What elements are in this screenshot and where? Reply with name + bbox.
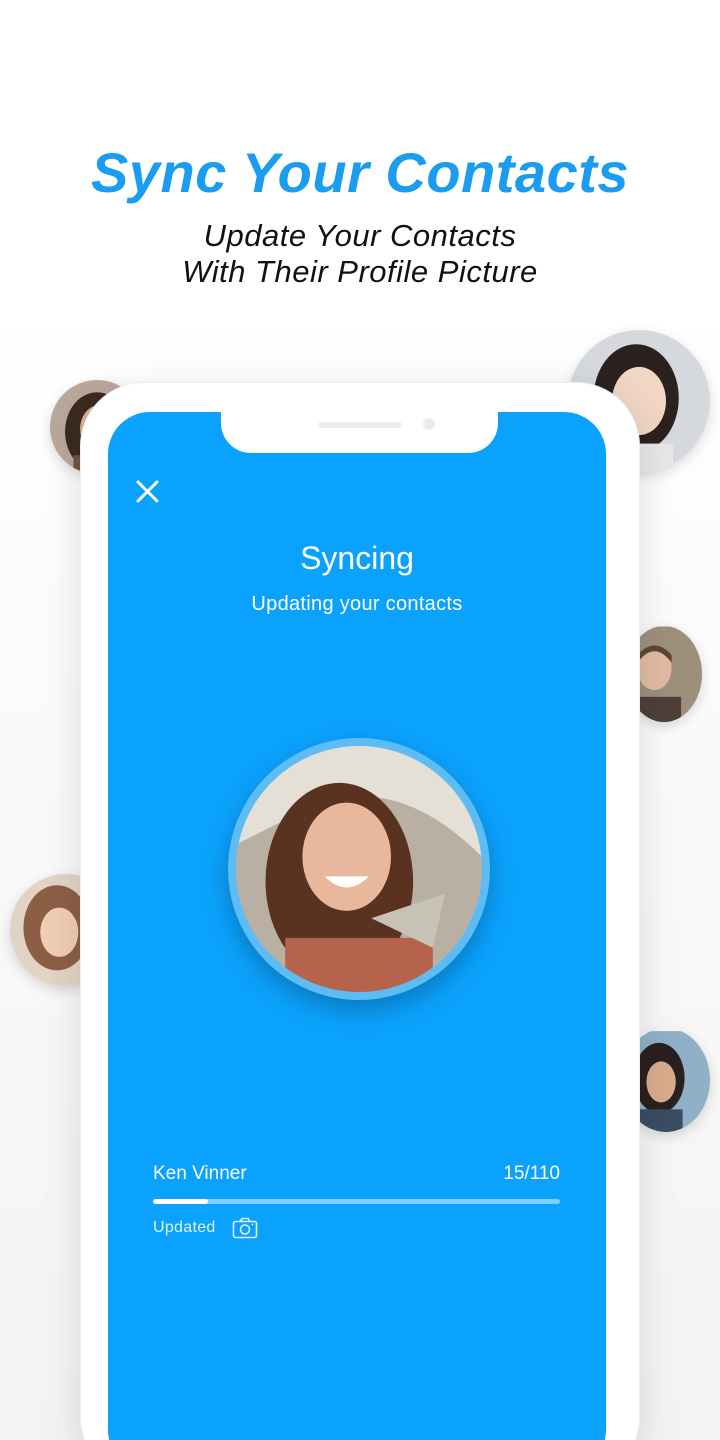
sync-title: Syncing [300, 540, 414, 576]
sync-progress-counter: 15/110 [503, 1163, 560, 1184]
camera-icon [232, 1217, 258, 1239]
sync-subtitle: Updating your contacts [251, 593, 463, 615]
sync-progress-fill [153, 1199, 209, 1204]
promo-headline: Sync Your Contacts [90, 141, 630, 204]
close-icon [136, 480, 159, 503]
phone-speaker [318, 422, 402, 428]
promo-subheadline-line2: With Their Profile Picture [182, 254, 538, 289]
sync-progress-bar [153, 1199, 560, 1204]
promo-subheadline-line1: Update Your Contacts [203, 218, 517, 253]
sync-status-label: Updated [153, 1219, 216, 1236]
phone-notch [221, 405, 498, 453]
close-button[interactable] [130, 474, 166, 510]
current-contact-photo [236, 746, 482, 992]
phone-front-camera [423, 418, 435, 430]
current-contact-name: Ken Vinner [153, 1163, 247, 1184]
